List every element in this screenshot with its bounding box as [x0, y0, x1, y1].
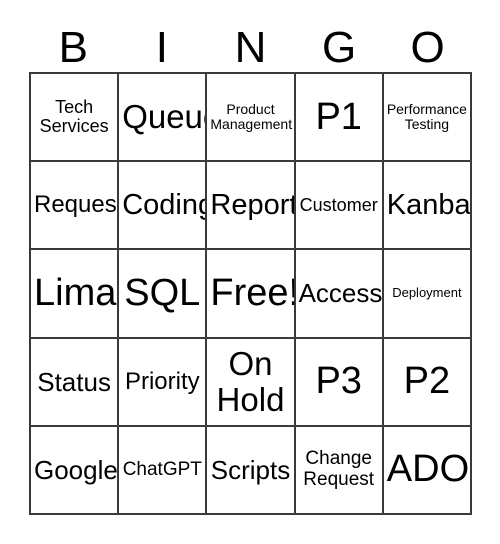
bingo-cell-label: Scripts: [210, 454, 291, 485]
bingo-cell-label: Priority: [124, 367, 200, 395]
bingo-cell-label: Status: [37, 366, 111, 397]
bingo-cell-label: Google: [34, 454, 118, 485]
bingo-cell-label: Tech Services: [39, 96, 109, 137]
bingo-cell-label: Queue: [122, 98, 205, 136]
bingo-cell-r4c3[interactable]: On Hold: [207, 338, 296, 427]
bingo-cell-r3c1[interactable]: Lima: [31, 250, 120, 339]
bingo-cell-label: Performance Testing: [386, 100, 467, 133]
bingo-cell-r1c1[interactable]: Tech Services: [31, 74, 120, 163]
bingo-cell-label: Coding: [122, 188, 208, 221]
bingo-cell-label: Kanban: [386, 188, 471, 221]
bingo-cell-label: Access: [298, 278, 383, 309]
bingo-cell-r4c4[interactable]: P3: [295, 338, 384, 427]
header-letter-i: I: [155, 23, 168, 72]
bingo-cell-r2c5[interactable]: Kanban: [383, 162, 472, 251]
bingo-cell-r3c4[interactable]: Access: [295, 250, 384, 339]
bingo-cell-r1c2[interactable]: Queue: [119, 74, 208, 163]
bingo-cell-label: Free!: [210, 271, 296, 314]
bingo-cell-label: Product Management: [210, 100, 293, 133]
bingo-cell-r4c2[interactable]: Priority: [119, 338, 208, 427]
bingo-cell-r5c5[interactable]: ADO: [383, 426, 472, 515]
bingo-cell-r3c5[interactable]: Deployment: [383, 250, 472, 339]
bingo-cell-r1c4[interactable]: P1: [295, 74, 384, 163]
bingo-grid: Tech Services Queue Product Management P…: [29, 72, 472, 515]
bingo-cell-r4c5[interactable]: P2: [383, 338, 472, 427]
bingo-cell-label: P2: [403, 360, 451, 403]
header-letter-g: G: [321, 23, 357, 72]
header-letter-o: O: [410, 23, 445, 72]
bingo-cell-label: Customer: [299, 194, 378, 215]
bingo-header-row: B I N G O: [29, 14, 472, 72]
bingo-cell-r2c3[interactable]: Reports: [207, 162, 296, 251]
bingo-card: B I N G O Tech Services Queue Product Ma…: [0, 0, 500, 544]
bingo-cell-label: Deployment: [392, 285, 462, 301]
bingo-cell-r1c5[interactable]: Performance Testing: [383, 74, 472, 163]
bingo-cell-label: P1: [315, 95, 362, 138]
bingo-cell-r5c2[interactable]: ChatGPT: [119, 426, 208, 515]
bingo-cell-label: ADO: [386, 448, 470, 491]
bingo-cell-r2c2[interactable]: Coding: [119, 162, 208, 251]
bingo-cell-free-space[interactable]: Free!: [207, 250, 296, 339]
bingo-cell-r4c1[interactable]: Status: [31, 338, 120, 427]
bingo-cell-label: Lima: [34, 271, 117, 314]
header-letter-b: B: [58, 23, 88, 72]
bingo-cell-label: ChatGPT: [122, 458, 202, 480]
bingo-cell-r1c3[interactable]: Product Management: [207, 74, 296, 163]
bingo-cell-r5c3[interactable]: Scripts: [207, 426, 296, 515]
bingo-cell-label: Reports: [210, 188, 293, 221]
bingo-cell-label: On Hold: [216, 345, 285, 418]
bingo-cell-r3c2[interactable]: SQL: [119, 250, 208, 339]
header-letter-n: N: [234, 23, 267, 72]
bingo-cell-label: P3: [315, 360, 362, 403]
bingo-cell-label: Change Request: [303, 448, 375, 490]
bingo-cell-label: SQL: [124, 271, 201, 314]
bingo-cell-r2c4[interactable]: Customer: [295, 162, 384, 251]
bingo-cell-r2c1[interactable]: Request: [31, 162, 120, 251]
bingo-cell-label: Request: [34, 191, 120, 219]
bingo-cell-r5c1[interactable]: Google: [31, 426, 120, 515]
bingo-cell-r5c4[interactable]: Change Request: [295, 426, 384, 515]
